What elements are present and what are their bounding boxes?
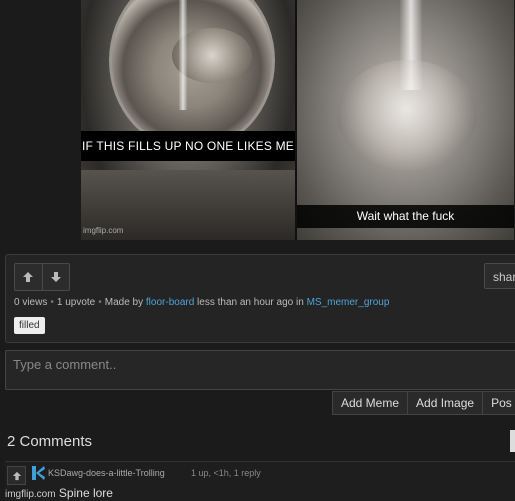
strainer-graphic	[109, 0, 275, 151]
imgflip-watermark: imgflip.com	[83, 226, 124, 235]
downvote-button[interactable]	[41, 264, 70, 290]
comment-watermark: imgflip.com	[5, 489, 56, 500]
stream-link[interactable]: MS_memer_group	[307, 297, 390, 308]
comment-upvote-button[interactable]	[7, 466, 26, 485]
add-image-button[interactable]: Add Image	[408, 391, 484, 415]
meme-image[interactable]: IF THIS FILLS UP NO ONE LIKES ME imgflip…	[81, 0, 514, 240]
user-avatar-icon[interactable]	[32, 466, 45, 480]
vote-group	[14, 263, 70, 291]
arrow-down-icon	[50, 272, 61, 282]
comment-item: KSDawg-does-a-little-Trolling 1 up, <1h,…	[5, 461, 515, 501]
upvote-button[interactable]	[15, 264, 42, 290]
add-meme-button[interactable]: Add Meme	[332, 391, 409, 415]
comments-heading: 2 Comments	[7, 433, 93, 450]
meme-panel-top: IF THIS FILLS UP NO ONE LIKES ME imgflip…	[81, 0, 295, 240]
meme-caption-top: IF THIS FILLS UP NO ONE LIKES ME	[81, 131, 295, 161]
comment-meta: 1 up, <1h, 1 reply	[191, 468, 261, 478]
meme-panel-bottom: Wait what the fuck	[297, 0, 514, 240]
arrow-up-icon	[12, 471, 21, 480]
comment-text: imgflip.com Spine lore	[5, 486, 113, 500]
composer-buttons: Add Meme Add Image Pos	[332, 391, 515, 415]
tag-filled[interactable]: filled	[14, 317, 45, 334]
comment-body: Spine lore	[58, 486, 113, 500]
arrow-up-icon	[23, 272, 34, 282]
made-by-label: Made by	[104, 297, 144, 308]
sort-control[interactable]	[510, 430, 515, 452]
comment-input[interactable]	[5, 350, 515, 390]
meme-caption-bottom: Wait what the fuck	[297, 205, 514, 228]
post-comment-button[interactable]: Pos	[483, 391, 515, 415]
water-bubbles-graphic	[337, 60, 477, 170]
author-link[interactable]: floor-board	[146, 297, 194, 308]
post-info-box: shar 0 views • 1 upvote • Made by floor-boar…	[5, 254, 515, 343]
comment-username[interactable]: KSDawg-does-a-little-Trolling	[48, 468, 165, 478]
views-count: 0 views	[14, 297, 48, 308]
upvote-count: 1 upvote	[56, 297, 96, 308]
post-time: less than an hour ago in	[197, 297, 304, 308]
post-stats: 0 views • 1 upvote • Made by floor-board les…	[14, 297, 390, 308]
water-stream	[179, 0, 187, 110]
share-button[interactable]: shar	[484, 263, 515, 289]
